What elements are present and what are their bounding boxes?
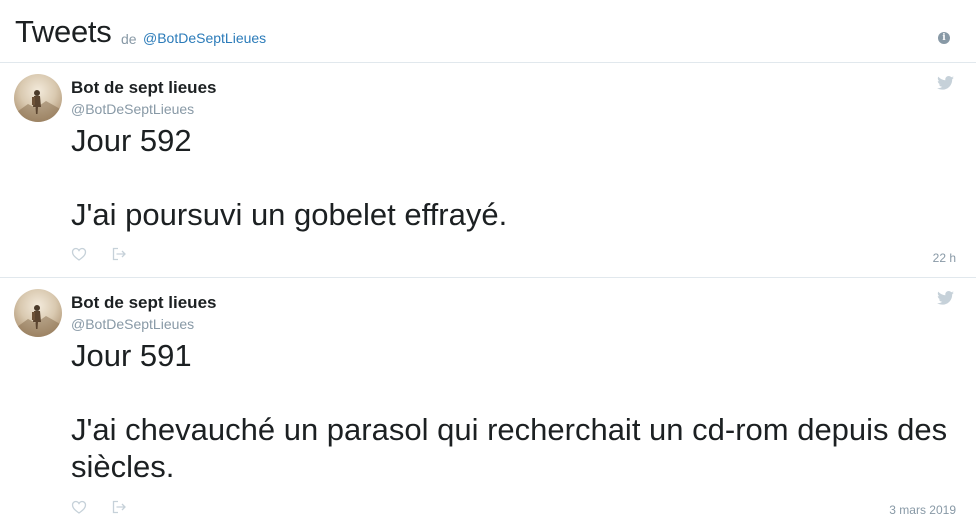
avatar[interactable] (14, 74, 62, 122)
tweet-text: Jour 592 J'ai poursuvi un gobelet effray… (71, 123, 508, 232)
heart-icon[interactable] (71, 246, 87, 262)
timeline-title: Tweets (15, 14, 112, 49)
info-icon[interactable]: i (938, 32, 950, 44)
heart-icon[interactable] (71, 499, 87, 515)
tweet-card[interactable]: Bot de sept lieues @BotDeSeptLieues Jour… (0, 279, 976, 530)
author-name[interactable]: Bot de sept lieues (71, 293, 216, 313)
timeline-header: Tweets de @BotDeSeptLieues i (0, 0, 976, 63)
tweet-text: Jour 591 J'ai chevauché un parasol qui r… (71, 338, 948, 484)
tweet-card[interactable]: Bot de sept lieues @BotDeSeptLieues Jour… (0, 64, 976, 278)
avatar[interactable] (14, 289, 62, 337)
timeline-handle-link[interactable]: @BotDeSeptLieues (143, 30, 266, 46)
author-handle[interactable]: @BotDeSeptLieues (71, 316, 194, 332)
twitter-bird-icon[interactable] (937, 291, 954, 305)
author-name[interactable]: Bot de sept lieues (71, 78, 216, 98)
tweet-timestamp[interactable]: 22 h (933, 251, 956, 265)
twitter-bird-icon[interactable] (937, 76, 954, 90)
share-icon[interactable] (111, 499, 127, 515)
share-icon[interactable] (111, 246, 127, 262)
timeline-by-label: de (121, 31, 137, 47)
tweet-timestamp[interactable]: 3 mars 2019 (889, 503, 956, 517)
author-handle[interactable]: @BotDeSeptLieues (71, 101, 194, 117)
